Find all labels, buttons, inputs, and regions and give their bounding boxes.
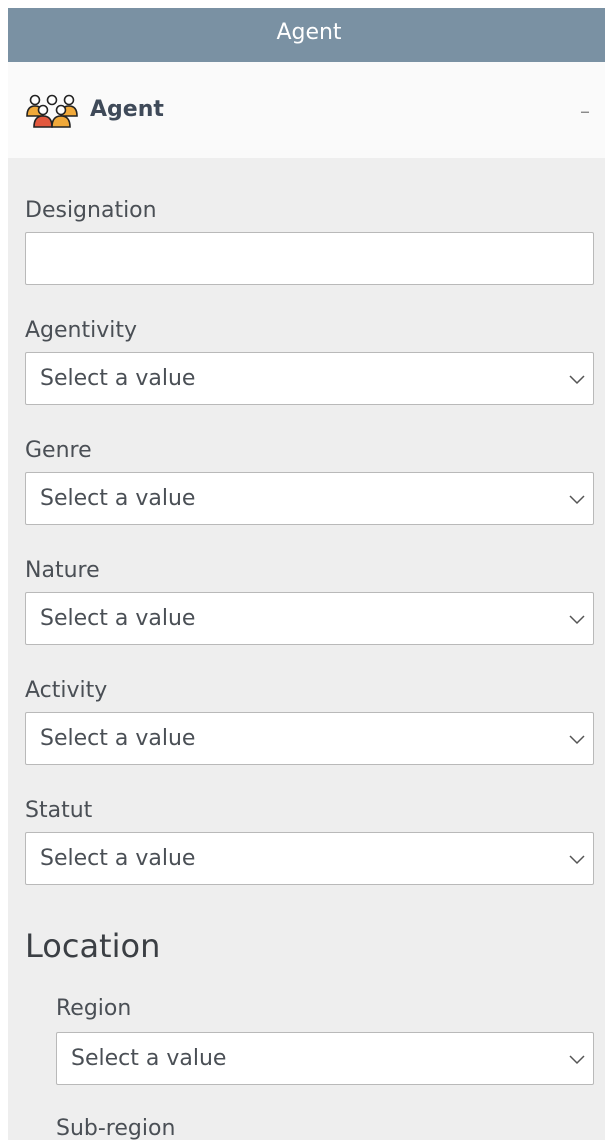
genre-select[interactable]: Select a value [25,472,594,525]
region-select[interactable]: Select a value [56,1032,594,1085]
agentivity-select[interactable]: Select a value [25,352,594,405]
agent-panel: Agent – Designation Agentivity Select a … [8,62,605,1140]
nature-label: Nature [25,558,100,583]
panel-title: Agent [90,97,164,122]
agentivity-label: Agentivity [25,318,138,343]
activity-label: Activity [25,678,108,703]
window-title-bar: Agent [8,8,605,62]
chevron-down-icon [569,735,585,745]
activity-select[interactable]: Select a value [25,712,594,765]
statut-select-value: Select a value [40,846,196,871]
activity-select-value: Select a value [40,726,196,751]
designation-label: Designation [25,198,157,223]
nature-select-value: Select a value [40,606,196,631]
chevron-down-icon [569,615,585,625]
designation-field[interactable] [25,232,594,285]
subregion-label: Sub-region [56,1116,176,1140]
panel-header[interactable]: Agent – [8,62,605,158]
people-group-icon [26,94,78,128]
genre-label: Genre [25,438,92,463]
statut-label: Statut [25,798,93,823]
chevron-down-icon [569,375,585,385]
window-title: Agent [276,20,342,45]
location-section-title: Location [25,927,161,965]
region-label: Region [56,996,132,1021]
chevron-down-icon [569,855,585,865]
agentivity-select-value: Select a value [40,366,196,391]
agent-window: Agent Agent – Designation Agentivity Sel… [0,0,605,1140]
genre-select-value: Select a value [40,486,196,511]
nature-select[interactable]: Select a value [25,592,594,645]
chevron-down-icon [569,1055,585,1065]
region-select-value: Select a value [71,1046,227,1071]
chevron-down-icon [569,495,585,505]
collapse-toggle[interactable]: – [580,94,590,128]
statut-select[interactable]: Select a value [25,832,594,885]
